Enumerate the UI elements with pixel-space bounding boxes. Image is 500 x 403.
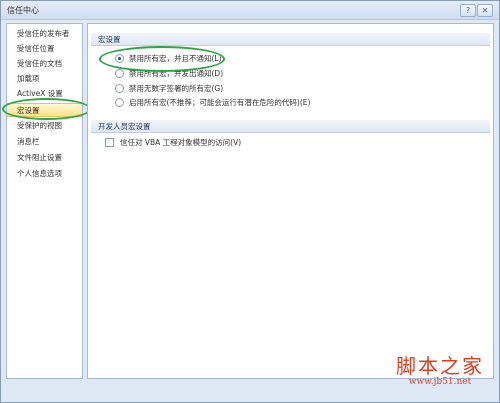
sidebar-item-file-block-settings[interactable]: 文件阻止设置 [7, 151, 82, 165]
sidebar-item-trusted-publishers[interactable]: 受信任的发布者 [7, 27, 82, 41]
sidebar-item-privacy-options[interactable]: 个人信息选项 [7, 167, 82, 181]
close-button[interactable]: ✕ [477, 4, 493, 17]
help-button[interactable]: ? [460, 4, 476, 17]
macro-option-disable-unsigned[interactable]: 禁用无数字签署的所有宏(G) [115, 83, 223, 95]
radio-button[interactable] [115, 83, 124, 93]
trust-center-dialog: 信任中心 ? ✕ 受信任的发布者 受信任位置 受信任的文档 加载项 Active… [0, 0, 500, 403]
sidebar-item-message-bar[interactable]: 消息栏 [7, 135, 82, 149]
radio-button-checked[interactable] [115, 53, 124, 63]
macro-settings-header: 宏设置 [91, 33, 490, 46]
main-panel: 宏设置 禁用所有宏，并且不通知(L) 禁用所有宏，并发出通知(D) 禁用无数字签… [87, 23, 494, 379]
sidebar-item-trusted-locations[interactable]: 受信任位置 [7, 42, 82, 56]
macro-option-label: 禁用无数字签署的所有宏(G) [129, 84, 224, 93]
title-bar: 信任中心 ? ✕ [1, 1, 499, 20]
radio-button[interactable] [115, 97, 124, 107]
sidebar-item-add-ins[interactable]: 加载项 [7, 72, 82, 86]
sidebar-item-macro-settings[interactable]: 宏设置 [7, 103, 82, 117]
radio-button[interactable] [115, 68, 124, 78]
window-title: 信任中心 [7, 6, 39, 15]
macro-option-label: 禁用所有宏，并且不通知(L) [129, 54, 222, 63]
developer-settings-header: 开发人员宏设置 [91, 120, 490, 133]
macro-option-label: 启用所有宏(不推荐；可能会运行有潜在危险的代码)(E) [129, 98, 311, 107]
sidebar-item-trusted-documents[interactable]: 受信任的文档 [7, 57, 82, 71]
vba-trust-option[interactable]: 信任对 VBA 工程对象模型的访问(V) [105, 137, 241, 149]
sidebar-item-activex-settings[interactable]: ActiveX 设置 [7, 87, 82, 101]
vba-trust-checkbox[interactable] [105, 137, 114, 147]
vba-trust-label: 信任对 VBA 工程对象模型的访问(V) [120, 138, 242, 147]
watermark-logo: 脚本之家 www.jb51.net [380, 350, 500, 387]
sidebar-item-protected-view[interactable]: 受保护的视图 [7, 119, 82, 133]
sidebar: 受信任的发布者 受信任位置 受信任的文档 加载项 ActiveX 设置 宏设置 … [6, 23, 83, 379]
watermark-logo-text: 脚本之家 [396, 354, 484, 378]
macro-option-enable-all[interactable]: 启用所有宏(不推荐；可能会运行有潜在危险的代码)(E) [115, 97, 310, 109]
macro-option-disable-no-notify[interactable]: 禁用所有宏，并且不通知(L) [115, 53, 222, 65]
macro-option-disable-with-notify[interactable]: 禁用所有宏，并发出通知(D) [115, 68, 223, 80]
macro-option-label: 禁用所有宏，并发出通知(D) [129, 69, 224, 78]
